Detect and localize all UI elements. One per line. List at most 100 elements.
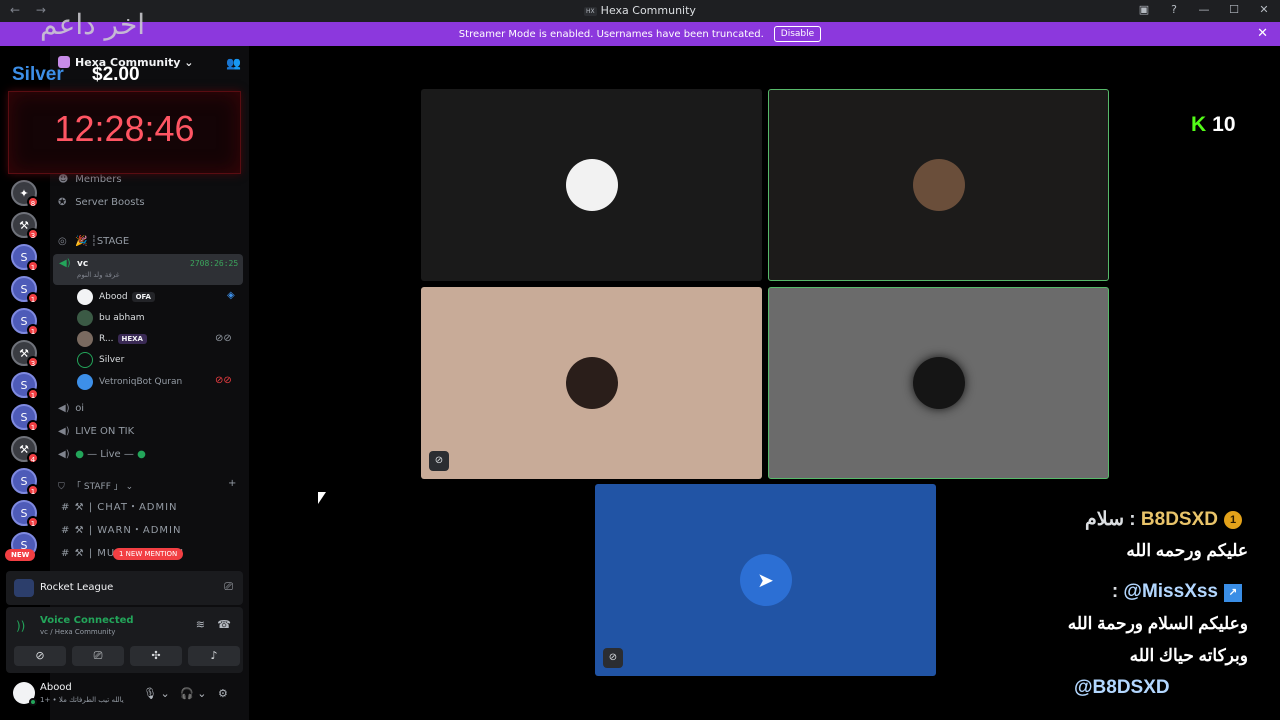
maximize-button[interactable]: ☐ — [1226, 3, 1242, 16]
new-unreads-pill[interactable]: NEW — [5, 549, 36, 561]
boost-icon: ✪ — [58, 197, 67, 208]
user-panel: Abood يالله تيب الطرفاتك ملا • +1 🎙 ⌄ 🎧 … — [6, 676, 243, 716]
voice-member[interactable]: Abood OFA — [77, 288, 155, 306]
green-dot-icon: ● — [137, 449, 146, 460]
server-icon[interactable]: ✦ 8 — [11, 180, 39, 208]
disconnect-icon[interactable]: ☎ — [217, 618, 231, 631]
add-channel-icon[interactable]: + — [228, 478, 236, 489]
video-tile-speaking[interactable] — [768, 287, 1109, 479]
text-channel-warn-admin[interactable]: # ⚒ | WARN・ADMIN — [61, 521, 181, 536]
speaker-icon: ◀) — [58, 426, 70, 437]
settings-gear-icon[interactable]: ⚙ — [218, 687, 228, 700]
chat-mention: @B8DSXD — [1074, 677, 1170, 698]
video-tile[interactable]: ⊘ — [421, 287, 762, 479]
green-dot-icon: ● — [75, 449, 84, 460]
headphones-icon[interactable]: 🎧 ⌄ — [180, 687, 206, 700]
rocket-league-icon — [14, 579, 34, 597]
add-member-icon[interactable]: 👥 — [226, 56, 241, 70]
close-window-button[interactable]: ✕ — [1256, 3, 1272, 16]
server-icon[interactable]: S1 — [11, 500, 39, 528]
voice-channel-oi[interactable]: ◀) oi — [58, 403, 84, 414]
disable-button[interactable]: Disable — [773, 26, 822, 42]
video-tile-speaking[interactable] — [768, 89, 1109, 281]
user-status: يالله تيب الطرفاتك ملا • +1 — [40, 696, 124, 704]
activities-button[interactable]: ✣ — [130, 646, 182, 666]
server-icon[interactable]: S1 — [11, 404, 39, 432]
category-staff[interactable]: ⛉ 「 STAFF 」 ⌄ — [58, 479, 133, 492]
signal-icon[interactable]: )) — [16, 619, 25, 633]
muted-icon: ⊘ — [429, 451, 449, 471]
server-icon[interactable]: S1 — [11, 468, 39, 496]
avatar — [912, 357, 965, 409]
voice-channel-live-on-tik[interactable]: ◀) LIVE ON TIK — [58, 426, 134, 437]
voice-location[interactable]: vc / Hexa Community — [40, 628, 115, 636]
noise-suppression-icon[interactable]: ≋ — [196, 618, 205, 631]
server-icon[interactable]: ⚒ 3 — [11, 212, 39, 240]
avatar — [77, 310, 93, 326]
overlay-last-supporter-title: اخر داعم — [40, 8, 146, 41]
avatar — [912, 159, 965, 211]
shield-icon: ⛉ — [58, 482, 65, 492]
help-icon[interactable]: ? — [1166, 3, 1182, 16]
server-icon[interactable]: S1 — [11, 372, 39, 400]
server-icon[interactable]: ⚒ 3 — [11, 340, 39, 368]
voice-member[interactable]: Silver — [77, 351, 124, 369]
chat-message-body: وبركاته حياك الله — [1129, 646, 1248, 665]
deafened-icon: ⊘⊘ — [215, 333, 232, 344]
server-boosts-link[interactable]: ✪ Server Boosts — [58, 197, 145, 208]
avatar — [565, 159, 618, 211]
avatar — [77, 331, 93, 347]
chat-message: سلام : B8DSXD 1 — [1085, 508, 1248, 531]
voice-status: Voice Connected — [40, 615, 134, 626]
pin-icon: ↗ — [1224, 584, 1242, 602]
speaker-icon: ◀) — [59, 258, 71, 269]
window-controls: ▣ ? — ☐ ✕ — [1136, 3, 1272, 16]
speaker-icon: ◀) — [58, 403, 70, 414]
title-bar: ← → HX Hexa Community ▣ ? — ☐ ✕ — [0, 0, 1280, 22]
banner-text: Streamer Mode is enabled. Usernames have… — [458, 28, 764, 40]
voice-member[interactable]: VetroniqBot Quran — [77, 373, 182, 391]
game-icon: ◈ — [227, 290, 235, 301]
video-tile[interactable]: ➤ ⊘ — [595, 484, 936, 676]
server-icon[interactable]: S1 — [11, 276, 39, 304]
activity-panel: Rocket League ⎚ — [6, 571, 243, 605]
inbox-icon[interactable]: ▣ — [1136, 3, 1152, 16]
voice-channel-live[interactable]: ◀) ● — Live — ● — [58, 449, 146, 460]
vc-channel-status: غرفة ولد النوم — [77, 271, 120, 279]
text-channel-chat-admin[interactable]: # ⚒ | CHAT・ADMIN — [61, 498, 178, 513]
muted-icon: ⊘⊘ — [215, 375, 232, 386]
minimize-button[interactable]: — — [1196, 3, 1212, 16]
server-icon[interactable]: ⚒ 4 — [11, 436, 39, 464]
camera-button[interactable]: ⊘ — [14, 646, 66, 666]
avatar — [77, 374, 93, 390]
online-status-icon — [29, 698, 37, 706]
chat-message-body: عليكم ورحمه الله — [1126, 541, 1248, 560]
chat-message: : @MissXss ↗ — [1112, 581, 1248, 603]
microphone-icon[interactable]: 🎙 ⌄ — [143, 687, 170, 700]
avatar — [77, 289, 93, 305]
medal-icon: 1 — [1224, 511, 1242, 529]
username[interactable]: Abood — [40, 682, 72, 693]
members-icon: ☻ — [58, 174, 69, 185]
stage-channel[interactable]: ◎ 🎉 ┆STAGE — [58, 236, 129, 247]
share-screen-button[interactable]: ⎚ — [72, 646, 124, 666]
server-icon[interactable]: S1 — [11, 308, 39, 336]
streamer-mode-banner: Streamer Mode is enabled. Usernames have… — [0, 22, 1280, 46]
avatar — [565, 357, 618, 409]
voice-member[interactable]: bu abham — [77, 309, 145, 327]
activity-name: Rocket League — [40, 582, 114, 593]
video-tile[interactable] — [421, 89, 762, 281]
speaker-icon: ◀) — [58, 449, 70, 460]
app-logo-icon: HX — [584, 7, 597, 16]
new-mention-pill[interactable]: 1 NEW MENTION — [113, 548, 184, 560]
soundboard-button[interactable]: ♪ — [188, 646, 240, 666]
overlay-amount: $2.00 — [92, 64, 140, 85]
members-link[interactable]: ☻ Members — [58, 174, 122, 185]
server-icon[interactable]: S1 — [11, 244, 39, 272]
screen-share-icon[interactable]: ⎚ — [224, 580, 233, 594]
vc-timer: 2708:26:25 — [190, 259, 239, 268]
voice-member[interactable]: R... HEXA — [77, 330, 147, 348]
chat-message-body: وعليكم السلام ورحمة الله — [1067, 614, 1248, 633]
deafened-icon: ⊘ — [603, 648, 623, 668]
close-icon[interactable]: ✕ — [1257, 26, 1268, 41]
